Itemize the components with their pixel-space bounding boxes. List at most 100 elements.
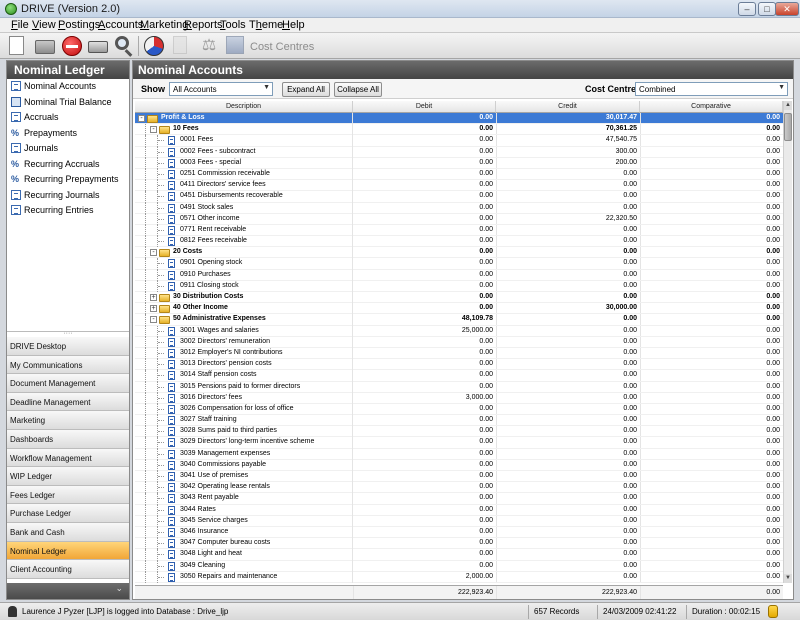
module-workflow-management[interactable]: Workflow Management xyxy=(7,448,129,468)
module-bank-and-cash[interactable]: Bank and Cash xyxy=(7,522,129,542)
table-row[interactable]: 3001 Wages and salaries 25,000.00 0.00 0.00 xyxy=(135,325,783,337)
expand-icon[interactable]: + xyxy=(150,294,157,301)
module-client-accounting[interactable]: Client Accounting xyxy=(7,560,129,579)
table-row[interactable]: 3048 Light and heat 0.00 0.00 0.00 xyxy=(135,549,783,561)
nav-item-accruals[interactable]: Accruals xyxy=(7,110,129,126)
table-row[interactable]: 0812 Fees receivable 0.00 0.00 0.00 xyxy=(135,236,783,248)
table-row[interactable]: 3039 Management expenses 0.00 0.00 0.00 xyxy=(135,448,783,460)
module-marketing[interactable]: Marketing xyxy=(7,411,129,430)
table-row[interactable]: 3045 Service charges 0.00 0.00 0.00 xyxy=(135,515,783,527)
nav-item-recurring-accruals[interactable]: % Recurring Accruals xyxy=(7,157,129,173)
vertical-scrollbar[interactable]: ▲ ▼ xyxy=(783,101,792,583)
table-row[interactable]: 3047 Computer bureau costs 0.00 0.00 0.00 xyxy=(135,538,783,550)
scroll-thumb[interactable] xyxy=(784,113,792,141)
tree-group-row[interactable]: +40 Other Income 0.00 30,000.00 0.00 xyxy=(135,303,783,315)
menu-reports[interactable]: Reports xyxy=(184,19,223,31)
menu-view[interactable]: View xyxy=(32,19,56,31)
tree-group-row[interactable]: - Profit & Loss 0.00 30,017.47 0.00 xyxy=(135,113,783,125)
column-header-comparative[interactable]: Comparative xyxy=(640,101,783,113)
new-icon[interactable] xyxy=(9,36,24,55)
nav-item-recurring-journals[interactable]: Recurring Journals xyxy=(7,188,129,204)
module-fees-ledger[interactable]: Fees Ledger xyxy=(7,485,129,505)
collapse-icon[interactable]: - xyxy=(150,126,157,134)
nav-item-recurring-prepayments[interactable]: % Recurring Prepayments xyxy=(7,172,129,188)
column-header-debit[interactable]: Debit xyxy=(353,101,496,113)
table-row[interactable]: 3040 Commissions payable 0.00 0.00 0.00 xyxy=(135,459,783,471)
close-button[interactable]: ✕ xyxy=(775,2,799,16)
menu-tools[interactable]: Tools xyxy=(220,19,246,31)
table-row[interactable]: 0251 Commission receivable 0.00 0.00 0.00 xyxy=(135,168,783,181)
scroll-up-icon[interactable]: ▲ xyxy=(784,101,792,110)
table-row[interactable]: 3050 Repairs and maintenance 2,000.00 0.00… xyxy=(135,571,783,583)
table-row[interactable]: 3015 Pensions paid to former directors 0.… xyxy=(135,381,783,393)
table-row[interactable]: 3049 Cleaning 0.00 0.00 0.00 xyxy=(135,560,783,572)
table-row[interactable]: 3029 Directors' long-term incentive sche… xyxy=(135,437,783,449)
column-header-credit[interactable]: Credit xyxy=(496,101,640,113)
table-row[interactable]: 3012 Employer's NI contributions 0.00 0.00… xyxy=(135,347,783,360)
tree-group-row[interactable]: - 10 Fees 0.00 70,361.25 0.00 xyxy=(135,124,783,136)
panel-splitter[interactable]: ···· xyxy=(7,330,129,337)
cost-centre-select[interactable]: Combined ▼ xyxy=(635,82,788,96)
table-row[interactable]: 3042 Operating lease rentals 0.00 0.00 0.00 xyxy=(135,482,783,494)
module-my-communications[interactable]: My Communications xyxy=(7,355,129,375)
module-wip-ledger[interactable]: WIP Ledger xyxy=(7,467,129,486)
show-select[interactable]: All Accounts ▼ xyxy=(169,82,273,96)
tree-group-row[interactable]: - 50 Administrative Expenses 48,109.78 0.00… xyxy=(135,314,783,326)
collapse-icon[interactable]: - xyxy=(150,316,157,324)
expand-all-button[interactable]: Expand All xyxy=(282,82,330,97)
table-row[interactable]: 0901 Opening stock 0.00 0.00 0.00 xyxy=(135,258,783,270)
table-row[interactable]: 3046 Insurance 0.00 0.00 0.00 xyxy=(135,526,783,539)
table-row[interactable]: 3043 Rent payable 0.00 0.00 0.00 xyxy=(135,493,783,505)
table-row[interactable]: 3002 Directors' remuneration 0.00 0.00 0.00 xyxy=(135,336,783,348)
expand-icon[interactable]: + xyxy=(150,305,157,313)
nav-item-recurring-entries[interactable]: Recurring Entries xyxy=(7,203,129,219)
table-row[interactable]: 0411 Directors' service fees 0.00 0.00 0.00 xyxy=(135,180,783,192)
table-row[interactable]: 3013 Directors' pension costs 0.00 0.00 0.0… xyxy=(135,359,783,371)
open-icon[interactable] xyxy=(35,40,55,54)
table-row[interactable]: 3027 Staff training 0.00 0.00 0.00 xyxy=(135,415,783,427)
collapse-icon[interactable]: - xyxy=(138,115,145,122)
table-row[interactable]: 3016 Directors' fees 3,000.00 0.00 0.00 xyxy=(135,392,783,404)
scroll-down-icon[interactable]: ▼ xyxy=(784,574,792,583)
nav-item-prepayments[interactable]: % Prepayments xyxy=(7,126,129,142)
table-row[interactable]: 0491 Stock sales 0.00 0.00 0.00 xyxy=(135,202,783,214)
nav-item-nominal-accounts[interactable]: Nominal Accounts xyxy=(7,79,129,95)
table-row[interactable]: 0001 Fees 0.00 47,540.75 0.00 xyxy=(135,135,783,147)
table-row[interactable]: 0002 Fees - subcontract 0.00 300.00 0.00 xyxy=(135,146,783,158)
menu-postings[interactable]: Postings xyxy=(58,19,100,31)
menu-marketing[interactable]: Marketing xyxy=(140,19,188,31)
module-deadline-management[interactable]: Deadline Management xyxy=(7,392,129,412)
nav-item-journals[interactable]: Journals xyxy=(7,141,129,157)
search-icon[interactable] xyxy=(115,36,129,50)
minimize-button[interactable]: – xyxy=(738,2,756,16)
module-purchase-ledger[interactable]: Purchase Ledger xyxy=(7,504,129,523)
tree-group-row[interactable]: +30 Distribution Costs 0.00 0.00 0.00 xyxy=(135,292,783,304)
collapse-all-button[interactable]: Collapse All xyxy=(334,82,382,97)
menu-file[interactable]: File xyxy=(11,19,29,31)
maximize-button[interactable]: □ xyxy=(758,2,776,16)
table-row[interactable]: 0451 Disbursements recoverable 0.00 0.00 0.… xyxy=(135,191,783,203)
table-row[interactable]: 3044 Rates 0.00 0.00 0.00 xyxy=(135,504,783,516)
table-row[interactable]: 0771 Rent receivable 0.00 0.00 0.00 xyxy=(135,224,783,237)
collapse-icon[interactable]: - xyxy=(150,249,157,257)
table-row[interactable]: 3041 Use of premises 0.00 0.00 0.00 xyxy=(135,471,783,483)
tree-group-row[interactable]: - 20 Costs 0.00 0.00 0.00 xyxy=(135,247,783,259)
table-row[interactable]: 0571 Other income 0.00 22,320.50 0.00 xyxy=(135,213,783,225)
nav-item-nominal-trial-balance[interactable]: Nominal Trial Balance xyxy=(7,95,129,111)
table-row[interactable]: 3014 Staff pension costs 0.00 0.00 0.00 xyxy=(135,370,783,382)
module-list-footer[interactable]: ⌄ xyxy=(7,583,129,599)
print-icon[interactable] xyxy=(88,41,108,53)
table-row[interactable]: 0003 Fees - special 0.00 200.00 0.00 xyxy=(135,157,783,169)
table-row[interactable]: 3028 Sums paid to third parties 0.00 0.00 0… xyxy=(135,426,783,438)
module-nominal-ledger[interactable]: Nominal Ledger xyxy=(7,541,129,561)
table-row[interactable]: 0911 Closing stock 0.00 0.00 0.00 xyxy=(135,280,783,292)
menu-accounts[interactable]: Accounts xyxy=(98,19,143,31)
menu-help[interactable]: Help xyxy=(282,19,305,31)
module-dashboards[interactable]: Dashboards xyxy=(7,429,129,449)
table-row[interactable]: 0910 Purchases 0.00 0.00 0.00 xyxy=(135,269,783,281)
module-document-management[interactable]: Document Management xyxy=(7,374,129,393)
table-row[interactable]: 3026 Compensation for loss of office 0.00… xyxy=(135,403,783,416)
module-drive-desktop[interactable]: DRIVE Desktop xyxy=(7,337,129,356)
chart-icon[interactable] xyxy=(144,36,164,56)
stop-icon[interactable] xyxy=(62,36,82,56)
